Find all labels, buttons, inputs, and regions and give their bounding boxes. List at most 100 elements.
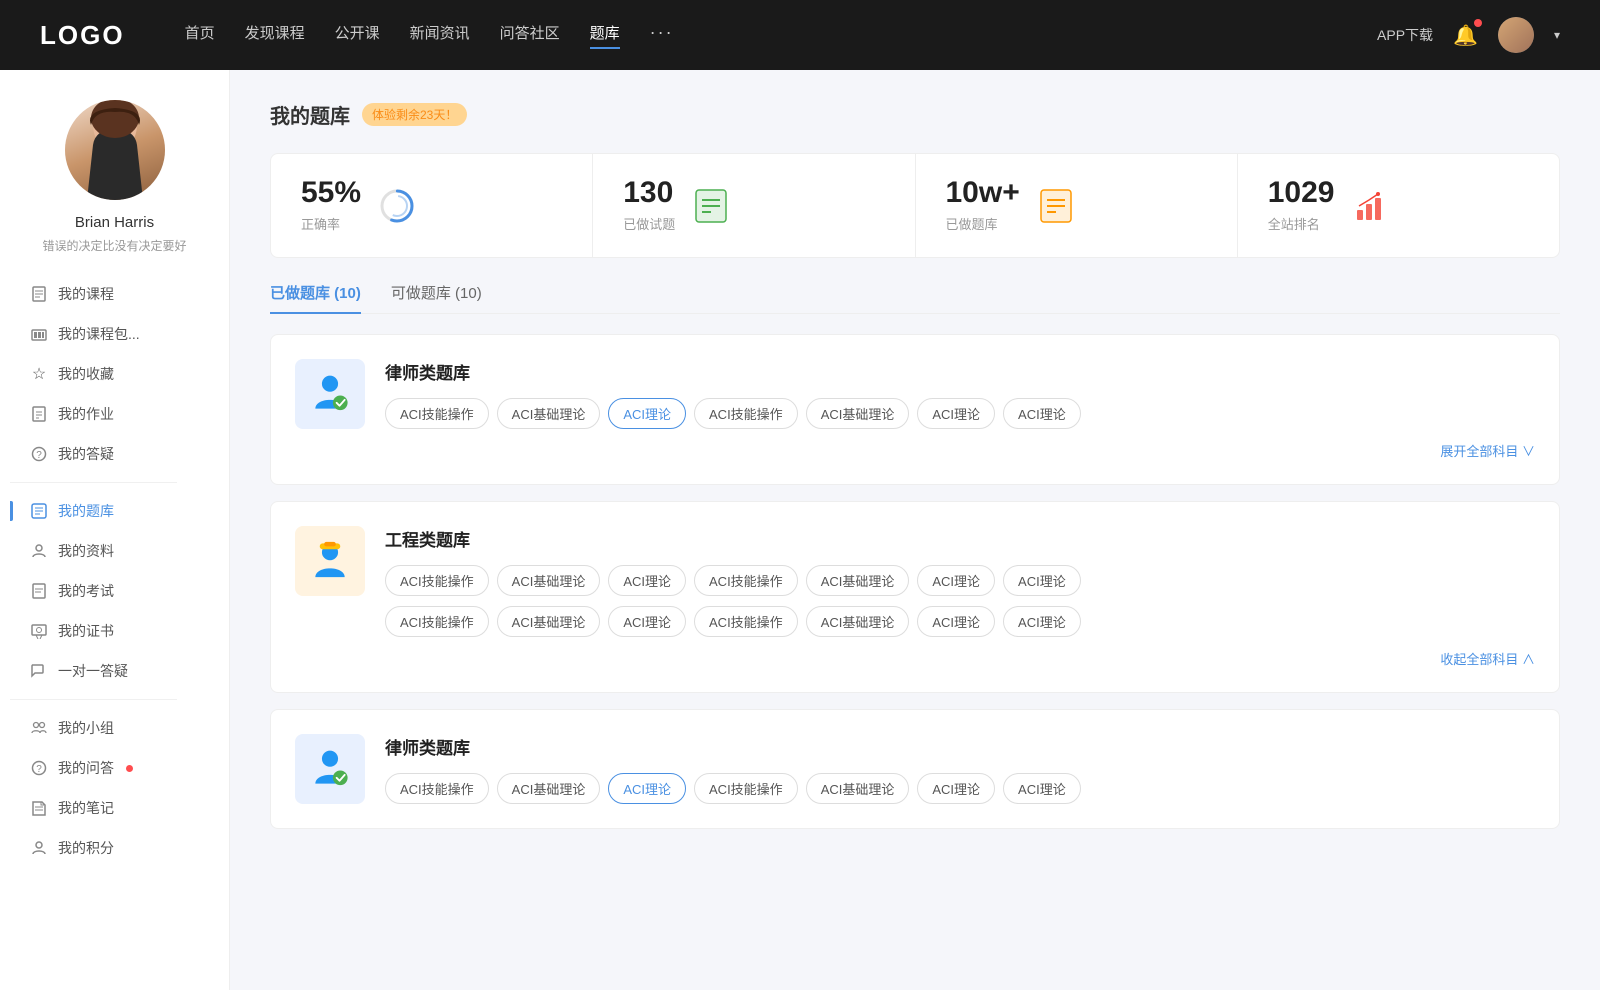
sidebar-item-question-bank[interactable]: 我的题库	[10, 491, 219, 531]
stat-done-banks-value: 10w+	[946, 178, 1020, 208]
sidebar-item-favorites[interactable]: ☆ 我的收藏	[10, 354, 219, 394]
notification-bell[interactable]: 🔔	[1453, 23, 1478, 48]
bank-name-3: 律师类题库	[385, 734, 1535, 759]
sidebar-item-profile[interactable]: 我的资料	[10, 531, 219, 571]
bank-tag[interactable]: ACI理论	[608, 565, 686, 596]
tab-done-banks[interactable]: 已做题库 (10)	[270, 282, 361, 313]
profile-icon	[30, 542, 48, 560]
stat-accuracy-text: 55% 正确率	[301, 178, 361, 233]
bank-tag[interactable]: ACI理论	[1003, 773, 1081, 804]
homework-icon	[30, 405, 48, 423]
sidebar-item-homework[interactable]: 我的作业	[10, 394, 219, 434]
bank-tag[interactable]: ACI理论	[917, 773, 995, 804]
nav-link-qa[interactable]: 问答社区	[500, 22, 560, 49]
bank-tags-3: ACI技能操作 ACI基础理论 ACI理论 ACI技能操作 ACI基础理论 AC…	[385, 773, 1535, 804]
bank-tag[interactable]: ACI技能操作	[694, 398, 798, 429]
sidebar-label-course-package: 我的课程包...	[58, 324, 140, 344]
sidebar-item-qa[interactable]: ? 我的答疑	[10, 434, 219, 474]
answers-notification-dot	[126, 765, 133, 772]
sidebar-item-course-package[interactable]: 我的课程包...	[10, 314, 219, 354]
sidebar-label-question-bank: 我的题库	[58, 501, 114, 521]
bank-tag[interactable]: ACI理论	[917, 606, 995, 637]
sidebar-label-certificate: 我的证书	[58, 621, 114, 641]
bank-expand-1[interactable]: 展开全部科目 ∨	[385, 441, 1535, 460]
stat-rank-icon	[1351, 186, 1391, 226]
bank-tag[interactable]: ACI理论	[917, 565, 995, 596]
bank-tag[interactable]: ACI技能操作	[385, 398, 489, 429]
bank-tag[interactable]: ACI理论	[1003, 398, 1081, 429]
sidebar-item-group[interactable]: 我的小组	[10, 708, 219, 748]
bank-tag[interactable]: ACI基础理论	[806, 606, 910, 637]
bank-tag[interactable]: ACI理论	[1003, 606, 1081, 637]
exam-icon	[30, 582, 48, 600]
bank-tag[interactable]: ACI理论	[917, 398, 995, 429]
stat-done-banks: 10w+ 已做题库	[916, 154, 1238, 257]
sidebar-label-courses: 我的课程	[58, 284, 114, 304]
stat-accuracy: 55% 正确率	[271, 154, 593, 257]
bank-expand-2[interactable]: 收起全部科目 ∧	[385, 649, 1535, 668]
qa-icon: ?	[30, 445, 48, 463]
sidebar-label-profile: 我的资料	[58, 541, 114, 561]
sidebar-item-points[interactable]: 我的积分	[10, 828, 219, 868]
main-content: 我的题库 体验剩余23天！ 55% 正确率	[230, 70, 1600, 990]
stat-done-banks-icon	[1036, 186, 1076, 226]
nav-link-news[interactable]: 新闻资讯	[410, 22, 470, 49]
page-header: 我的题库 体验剩余23天！	[270, 100, 1560, 129]
stat-done-questions: 130 已做试题	[593, 154, 915, 257]
bank-tag[interactable]: ACI技能操作	[385, 773, 489, 804]
bank-icon-lawyer-2	[295, 734, 365, 804]
bank-tag[interactable]: ACI理论	[608, 606, 686, 637]
bank-header-3: 律师类题库 ACI技能操作 ACI基础理论 ACI理论 ACI技能操作 ACI基…	[295, 734, 1535, 804]
notes-icon	[30, 799, 48, 817]
bank-tag[interactable]: ACI技能操作	[385, 565, 489, 596]
bank-tag[interactable]: ACI技能操作	[694, 565, 798, 596]
bank-tag-active[interactable]: ACI理论	[608, 398, 686, 429]
sidebar-item-one-on-one[interactable]: 一对一答疑	[10, 651, 219, 691]
stat-done-questions-icon	[691, 186, 731, 226]
sidebar-label-exam: 我的考试	[58, 581, 114, 601]
sidebar-label-homework: 我的作业	[58, 404, 114, 424]
sidebar-username: Brian Harris	[75, 214, 154, 231]
nav-link-open[interactable]: 公开课	[335, 22, 380, 49]
app-download-link[interactable]: APP下载	[1377, 25, 1433, 45]
courses-icon	[30, 285, 48, 303]
sidebar-item-exam[interactable]: 我的考试	[10, 571, 219, 611]
svg-text:?: ?	[36, 764, 42, 775]
sidebar-label-group: 我的小组	[58, 718, 114, 738]
bank-body-2: 工程类题库 ACI技能操作 ACI基础理论 ACI理论 ACI技能操作 ACI基…	[385, 526, 1535, 668]
bank-card-engineer: 工程类题库 ACI技能操作 ACI基础理论 ACI理论 ACI技能操作 ACI基…	[270, 501, 1560, 693]
user-avatar[interactable]	[1498, 17, 1534, 53]
bank-tag[interactable]: ACI基础理论	[497, 606, 601, 637]
sidebar-item-certificate[interactable]: 我的证书	[10, 611, 219, 651]
bank-tag[interactable]: ACI基础理论	[806, 565, 910, 596]
sidebar: Brian Harris 错误的决定比没有决定要好 我的课程 我的课程包... …	[0, 70, 230, 990]
sidebar-item-answers[interactable]: ? 我的问答	[10, 748, 219, 788]
nav-more[interactable]: ···	[650, 22, 674, 49]
tab-available-banks[interactable]: 可做题库 (10)	[391, 282, 482, 313]
sidebar-item-notes[interactable]: 我的笔记	[10, 788, 219, 828]
nav-link-bank[interactable]: 题库	[590, 22, 620, 49]
bank-tag[interactable]: ACI基础理论	[497, 773, 601, 804]
bank-tag[interactable]: ACI理论	[1003, 565, 1081, 596]
bank-tag-active[interactable]: ACI理论	[608, 773, 686, 804]
bank-header-2: 工程类题库 ACI技能操作 ACI基础理论 ACI理论 ACI技能操作 ACI基…	[295, 526, 1535, 668]
navbar: LOGO 首页 发现课程 公开课 新闻资讯 问答社区 题库 ··· APP下载 …	[0, 0, 1600, 70]
nav-link-home[interactable]: 首页	[185, 22, 215, 49]
nav-right: APP下载 🔔 ▾	[1377, 17, 1560, 53]
bank-card-lawyer-1: 律师类题库 ACI技能操作 ACI基础理论 ACI理论 ACI技能操作 ACI基…	[270, 334, 1560, 485]
bank-tag[interactable]: ACI技能操作	[694, 773, 798, 804]
bank-name-1: 律师类题库	[385, 359, 1535, 384]
bank-tag[interactable]: ACI技能操作	[694, 606, 798, 637]
sidebar-item-courses[interactable]: 我的课程	[10, 274, 219, 314]
nav-link-discover[interactable]: 发现课程	[245, 22, 305, 49]
bank-tag[interactable]: ACI基础理论	[497, 565, 601, 596]
bank-tag[interactable]: ACI基础理论	[806, 398, 910, 429]
sidebar-label-answers: 我的问答	[58, 758, 114, 778]
bank-header-1: 律师类题库 ACI技能操作 ACI基础理论 ACI理论 ACI技能操作 ACI基…	[295, 359, 1535, 460]
stat-done-questions-label: 已做试题	[623, 214, 675, 233]
bank-tag[interactable]: ACI技能操作	[385, 606, 489, 637]
one-on-one-icon	[30, 662, 48, 680]
user-menu-chevron[interactable]: ▾	[1554, 28, 1560, 42]
bank-tag[interactable]: ACI基础理论	[806, 773, 910, 804]
bank-tag[interactable]: ACI基础理论	[497, 398, 601, 429]
